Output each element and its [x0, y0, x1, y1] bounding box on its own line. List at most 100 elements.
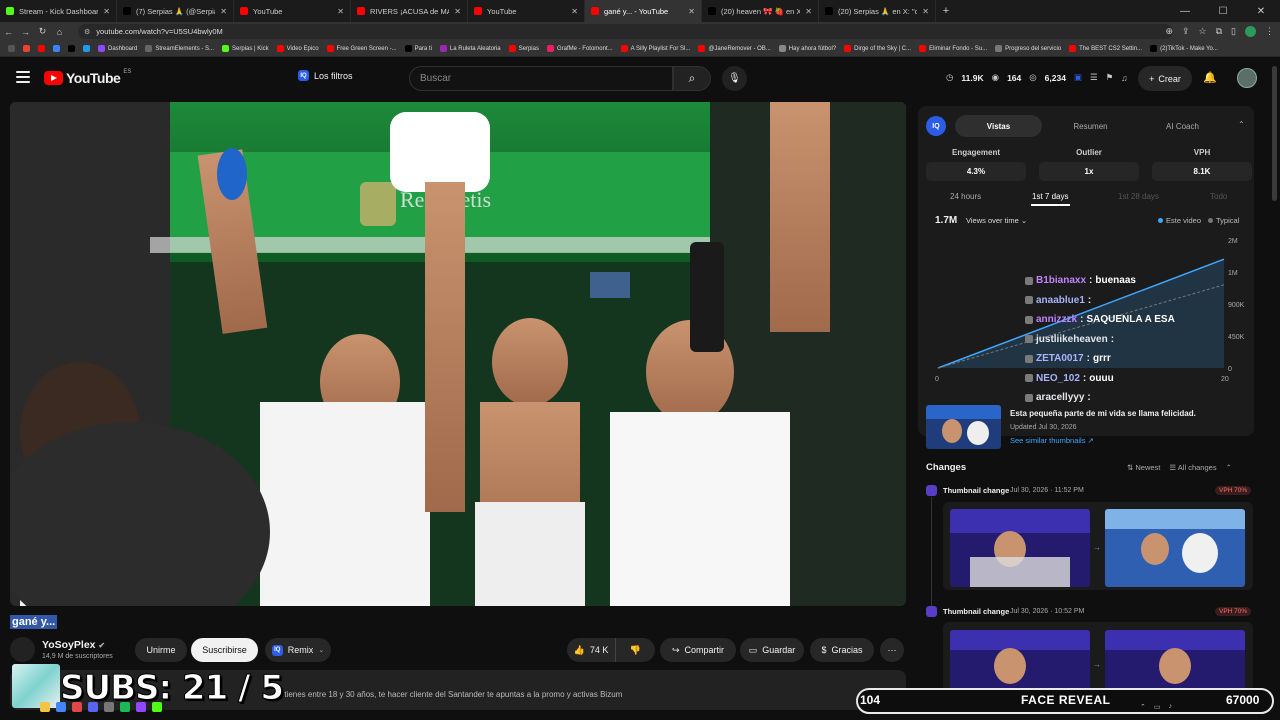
tab-close-icon[interactable]: ✕ [220, 7, 227, 16]
current-thumbnail[interactable] [926, 405, 1001, 449]
trophy-icon[interactable]: ⚑ [1106, 72, 1114, 83]
sort-newest[interactable]: ⇅ Newest [1127, 463, 1160, 472]
taskbar-app-icon[interactable] [40, 702, 50, 712]
taskbar-app-icon[interactable] [72, 702, 82, 712]
bookmark-item[interactable] [4, 45, 19, 52]
forward-icon[interactable]: → [17, 27, 34, 37]
dislike-button[interactable]: 👎 [615, 638, 655, 662]
iq-header-icon[interactable]: ▣ [1074, 72, 1082, 83]
page-scrollbar[interactable] [1272, 66, 1277, 201]
tab-close-icon[interactable]: ✕ [922, 7, 929, 16]
bookmark-item[interactable]: La Ruleta Aleatoria [436, 45, 505, 52]
browser-tab[interactable]: (7) Serpias 🙏 (@Serpias) / X ✕ [117, 0, 234, 22]
filters-button[interactable]: IQ Los filtros [298, 70, 353, 81]
browser-tab[interactable]: (20) Serpias 🙏 en X: "como la... ✕ [819, 0, 936, 22]
zoom-icon[interactable]: ⊕ [1165, 26, 1173, 37]
taskbar-app-icon[interactable] [104, 702, 114, 712]
extensions-icon[interactable]: ⧉ [1216, 26, 1222, 37]
bookmark-item[interactable]: Serpias | Kick [218, 45, 273, 52]
bookmark-item[interactable]: Dashboard [94, 45, 141, 52]
tab-vistas[interactable]: Vistas [955, 115, 1042, 137]
tab-close-icon[interactable]: ✕ [805, 7, 812, 16]
bookmark-item[interactable]: The BEST CS2 Settin... [1065, 45, 1146, 52]
bookmark-item[interactable]: GrafMe - Fotomont... [543, 45, 617, 52]
tab-resumen[interactable]: Resumen [1047, 115, 1134, 137]
channel-name[interactable]: YoSoyPlex ✔ [42, 639, 105, 651]
range-24-hours[interactable]: 24 hours [950, 192, 981, 201]
thumbnail-after[interactable] [1105, 630, 1245, 692]
bookmark-item[interactable]: Para ti [401, 45, 436, 52]
video-player[interactable]: Real Betis [10, 102, 906, 606]
browser-tab[interactable]: YouTube ✕ [234, 0, 351, 22]
bookmark-item[interactable]: StreamElements - S... [141, 45, 218, 52]
bookmark-item[interactable]: Eliminar Fondo - Su... [915, 45, 991, 52]
tab-close-icon[interactable]: ✕ [688, 7, 695, 16]
taskbar-app-icon[interactable] [56, 702, 66, 712]
new-tab-button[interactable]: + [936, 0, 956, 22]
bookmark-star-icon[interactable]: ☆ [1199, 26, 1207, 37]
back-icon[interactable]: ← [0, 27, 17, 37]
browser-tab[interactable]: gané y... - YouTube ✕ [585, 0, 702, 22]
bookmark-item[interactable] [64, 45, 79, 52]
join-button[interactable]: Unirme [135, 638, 187, 662]
share-page-icon[interactable]: ⇪ [1182, 26, 1190, 37]
bookmark-item[interactable] [49, 45, 64, 52]
search-input[interactable]: Buscar [409, 66, 673, 91]
notify-icon[interactable]: ♫ [1121, 73, 1127, 83]
channel-avatar[interactable] [10, 637, 35, 662]
bookmark-item[interactable]: Serpias [505, 45, 543, 52]
bookmark-item[interactable]: Progreso del servicio [991, 45, 1065, 52]
like-button[interactable]: 👍 74 K [567, 638, 615, 662]
taskbar-app-icon[interactable] [120, 702, 130, 712]
notifications-bell-icon[interactable]: 🔔 [1203, 71, 1217, 84]
browser-tab[interactable]: YouTube ✕ [468, 0, 585, 22]
bookmark-item[interactable] [34, 45, 49, 52]
bookmark-item[interactable]: A Silly Playlist For Sl... [617, 45, 695, 52]
thanks-button[interactable]: $ Gracias [810, 638, 874, 662]
bookmark-item[interactable]: Free Green Screen -... [323, 45, 401, 52]
maximize-icon[interactable]: ☐ [1204, 0, 1242, 22]
collapse-changes-icon[interactable]: ⌃ [1226, 463, 1232, 472]
search-button[interactable]: ⌕ [673, 66, 711, 91]
views-dropdown[interactable]: Views over time ⌄ [966, 216, 1027, 225]
account-avatar[interactable] [1237, 68, 1257, 88]
taskbar-app-icon[interactable] [136, 702, 146, 712]
taskbar-app-icon[interactable] [152, 702, 162, 712]
menu-icon[interactable] [16, 71, 30, 83]
tab-close-icon[interactable]: ✕ [454, 7, 461, 16]
range-all[interactable]: Todo [1210, 192, 1227, 201]
create-button[interactable]: + Crear [1138, 66, 1192, 91]
more-actions-button[interactable]: ⋯ [880, 638, 904, 662]
bookmark-item[interactable]: Hay ahora fútbol? [775, 45, 840, 52]
range-first-28-days[interactable]: 1st 28 days [1118, 192, 1159, 201]
remix-button[interactable]: IQ Remix ⌄ [265, 638, 331, 662]
address-bar[interactable]: ⚙ youtube.com/watch?v=U5SU4bwly0M [78, 24, 1173, 39]
bookmark-item[interactable] [19, 45, 34, 52]
browser-tab[interactable]: Stream - Kick Dashboard ✕ [0, 0, 117, 22]
list-icon[interactable]: ☰ [1090, 72, 1098, 83]
bookmark-item[interactable]: Video Epico [273, 45, 323, 52]
tab-close-icon[interactable]: ✕ [103, 7, 110, 16]
thumbnail-after[interactable] [1105, 509, 1245, 587]
subscribe-button[interactable]: Suscribirse [191, 638, 258, 662]
taskbar-app-icon[interactable] [88, 702, 98, 712]
bookmark-item[interactable]: (2)TikTok - Make Yo... [1146, 45, 1222, 52]
filter-all-changes[interactable]: ☰ All changes [1169, 463, 1216, 472]
thumbnail-before[interactable] [950, 630, 1090, 692]
browser-tab[interactable]: (20) heaven 🎀 🍓 en X: "los lin... ✕ [702, 0, 819, 22]
reload-icon[interactable]: ↻ [34, 26, 51, 37]
voice-search-button[interactable]: 🎙 [722, 66, 747, 91]
range-first-7-days[interactable]: 1st 7 days [1032, 192, 1068, 201]
bookmark-item[interactable] [79, 45, 94, 52]
minimize-icon[interactable]: — [1166, 0, 1204, 22]
youtube-logo[interactable]: YouTube ES [44, 69, 131, 86]
profile-avatar[interactable] [1245, 26, 1256, 37]
bookmark-item[interactable]: Dirge of the Sky | C... [840, 45, 915, 52]
sidebar-icon[interactable]: ▯ [1231, 26, 1236, 37]
browser-tab[interactable]: RIVERS ¡ACUSA de MANIPULAR... ✕ [351, 0, 468, 22]
site-info-icon[interactable]: ⚙ [84, 28, 90, 36]
home-icon[interactable]: ⌂ [51, 27, 68, 37]
close-window-icon[interactable]: ✕ [1242, 0, 1280, 22]
menu-dots-icon[interactable]: ⋮ [1265, 26, 1274, 37]
tab-close-icon[interactable]: ✕ [571, 7, 578, 16]
